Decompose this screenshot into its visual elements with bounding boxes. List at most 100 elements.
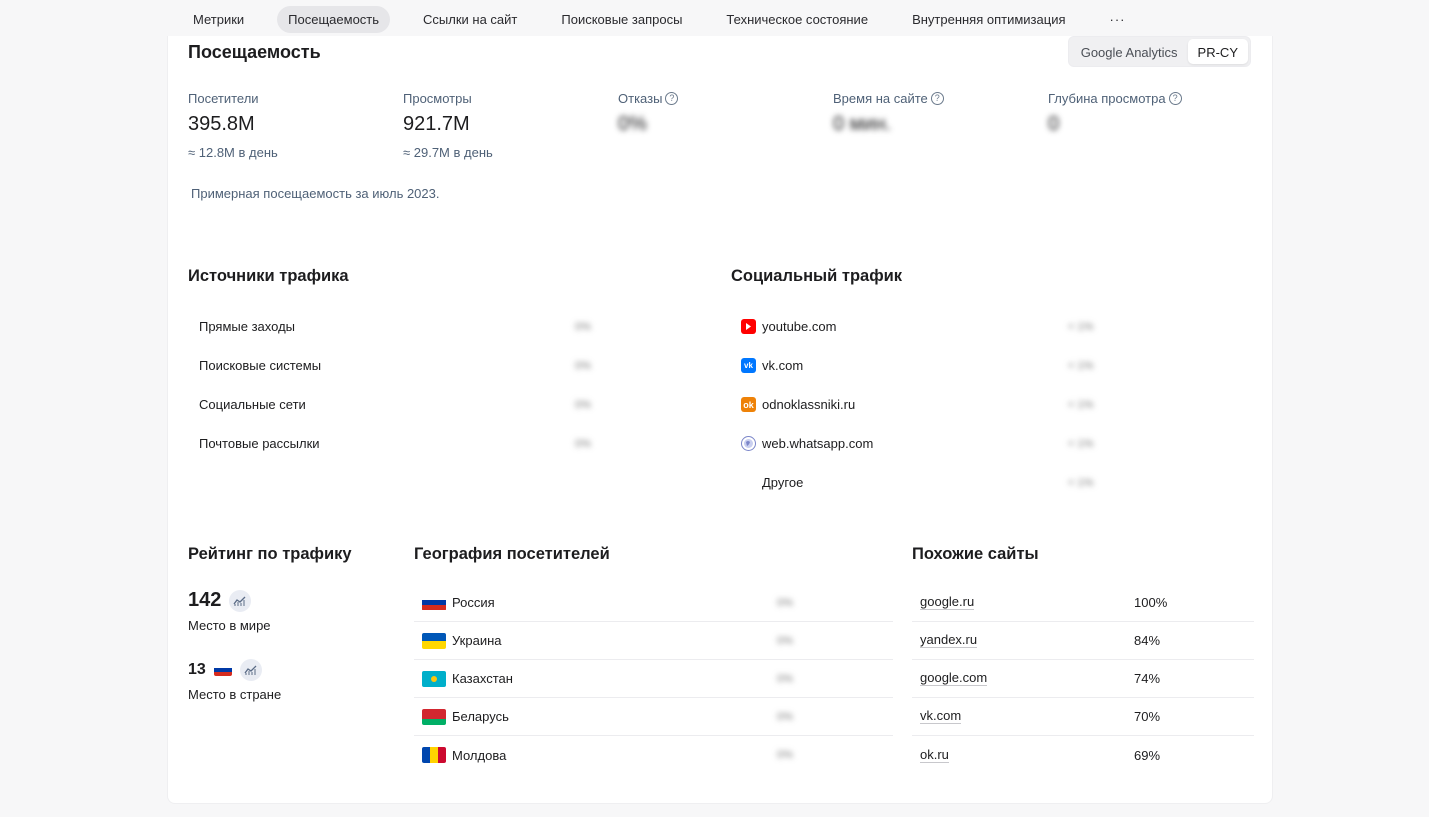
list-item: Казахстан 0% — [414, 660, 893, 698]
list-item: ok odnoklassniki.ru < 1% — [741, 385, 1141, 424]
metric-value: 0 — [1048, 113, 1060, 135]
tab-backlinks[interactable]: Ссылки на сайт — [412, 6, 528, 33]
similarity-percent: 84% — [1134, 633, 1161, 648]
list-item: Почтовые рассылки 0% — [199, 424, 599, 463]
metric-visitors: Посетители 395.8M ≈ 12.8M в день — [188, 91, 398, 160]
metric-label: Глубина просмотра — [1048, 91, 1166, 106]
vk-icon: vk — [741, 358, 756, 373]
source-label: Почтовые рассылки — [199, 436, 320, 451]
traffic-sources-list: Прямые заходы 0% Поисковые системы 0% Соци… — [199, 307, 599, 463]
country-value: 0% — [777, 596, 793, 609]
tab-traffic[interactable]: Посещаемость — [277, 5, 391, 33]
list-item: Другое < 1% — [741, 463, 1141, 502]
source-value: 0% — [575, 320, 591, 333]
list-item: google.ru 100% — [912, 584, 1254, 622]
similar-site-link[interactable]: google.com — [920, 671, 988, 686]
list-item: Поисковые системы 0% — [199, 346, 599, 385]
similar-site-link[interactable]: yandex.ru — [920, 633, 978, 648]
geography-title: География посетителей — [414, 545, 610, 563]
similar-site-link[interactable]: ok.ru — [920, 747, 949, 763]
source-value: 0% — [575, 359, 591, 372]
moldova-flag-icon — [422, 747, 446, 763]
similarity-percent: 69% — [1134, 747, 1161, 763]
metric-per-day: ≈ 12.8M в день — [188, 145, 278, 160]
country-value: 0% — [777, 672, 793, 685]
metric-value: 921.7M — [403, 113, 470, 135]
metric-pageviews: Просмотры 921.7M ≈ 29.7M в день — [403, 91, 613, 160]
source-google-analytics[interactable]: Google Analytics — [1071, 39, 1188, 64]
globe-icon — [741, 436, 756, 451]
tab-technical-state[interactable]: Техническое состояние — [715, 6, 879, 33]
list-item: Социальные сети 0% — [199, 385, 599, 424]
country-label: Россия — [452, 595, 495, 610]
social-traffic-title: Социальный трафик — [731, 267, 903, 285]
metric-label: Посетители — [188, 91, 259, 106]
list-item: vk vk.com < 1% — [741, 346, 1141, 385]
list-item: web.whatsapp.com < 1% — [741, 424, 1141, 463]
social-site-label: odnoklassniki.ru — [762, 397, 856, 412]
belarus-flag-icon — [422, 708, 446, 725]
similar-site-link[interactable]: google.ru — [920, 595, 975, 610]
rank-chart-icon[interactable] — [239, 659, 262, 681]
help-icon[interactable]: ? — [1168, 92, 1182, 105]
russia-flag-icon — [213, 664, 232, 676]
source-label: Прямые заходы — [199, 319, 296, 334]
geography-list: Россия 0% Украина 0% Казахстан 0% Белару… — [414, 584, 893, 774]
metric-label: Просмотры — [403, 91, 472, 106]
source-label: Социальные сети — [199, 397, 306, 412]
social-site-label: web.whatsapp.com — [762, 436, 874, 451]
country-label: Украина — [452, 633, 502, 648]
similarity-percent: 70% — [1134, 709, 1161, 724]
metric-label: Отказы — [618, 91, 663, 106]
source-pr-cy[interactable]: PR-CY — [1187, 39, 1248, 64]
list-item: yandex.ru 84% — [912, 622, 1254, 660]
metric-time-on-site: Время на сайте? 0 мин. — [833, 91, 1043, 136]
country-value: 0% — [777, 634, 793, 647]
page-title: Посещаемость — [188, 42, 321, 62]
youtube-icon — [741, 319, 756, 334]
list-item: google.com 74% — [912, 660, 1254, 698]
list-item: Украина 0% — [414, 622, 893, 660]
ukraine-flag-icon — [422, 632, 446, 649]
social-site-value: < 1% — [1068, 398, 1094, 411]
similarity-percent: 74% — [1134, 671, 1161, 686]
country-label: Казахстан — [452, 671, 513, 686]
similarity-percent: 100% — [1134, 595, 1168, 610]
social-site-value: < 1% — [1068, 359, 1094, 372]
tab-metrics[interactable]: Метрики — [182, 6, 255, 33]
world-rank: 142 Место в мире — [188, 589, 271, 633]
social-site-label: Другое — [762, 475, 804, 490]
country-label: Беларусь — [452, 709, 509, 724]
rank-chart-icon[interactable] — [229, 589, 252, 612]
metric-label: Время на сайте — [833, 91, 928, 106]
metric-bounce-rate: Отказы? 0% — [618, 91, 828, 136]
section-tabs: Метрики Посещаемость Ссылки на сайт Поис… — [182, 4, 1137, 34]
tab-search-queries[interactable]: Поисковые запросы — [550, 6, 693, 33]
social-site-value: < 1% — [1068, 476, 1094, 489]
social-site-label: vk.com — [762, 358, 804, 373]
list-item: ok.ru 69% — [912, 736, 1254, 774]
world-rank-value: 142 — [188, 589, 222, 611]
social-site-value: < 1% — [1068, 437, 1094, 450]
country-rank-caption: Место в стране — [188, 687, 282, 702]
help-icon[interactable]: ? — [930, 92, 944, 105]
list-item: Россия 0% — [414, 584, 893, 622]
list-item: youtube.com < 1% — [741, 307, 1141, 346]
country-rank-value: 13 — [188, 661, 206, 678]
similar-sites-title: Похожие сайты — [912, 545, 1039, 563]
social-site-label: youtube.com — [762, 319, 837, 334]
traffic-card: Посещаемость Google Analytics PR-CY Посе… — [167, 36, 1273, 804]
help-icon[interactable]: ? — [665, 92, 679, 105]
traffic-period-note: Примерная посещаемость за июль 2023. — [191, 186, 440, 201]
source-label: Поисковые системы — [199, 358, 322, 373]
tab-internal-optimization[interactable]: Внутренняя оптимизация — [901, 6, 1076, 33]
metric-value: 0 мин. — [833, 113, 892, 135]
country-value: 0% — [777, 749, 793, 761]
metric-value: 0% — [618, 113, 647, 135]
similar-sites-list: google.ru 100% yandex.ru 84% google.com 74%… — [912, 584, 1254, 774]
traffic-sources-title: Источники трафика — [188, 267, 349, 285]
more-tabs-button[interactable]: ··· — [1099, 6, 1137, 33]
country-label: Молдова — [452, 747, 507, 763]
similar-site-link[interactable]: vk.com — [920, 709, 962, 724]
metric-value: 395.8M — [188, 113, 255, 135]
